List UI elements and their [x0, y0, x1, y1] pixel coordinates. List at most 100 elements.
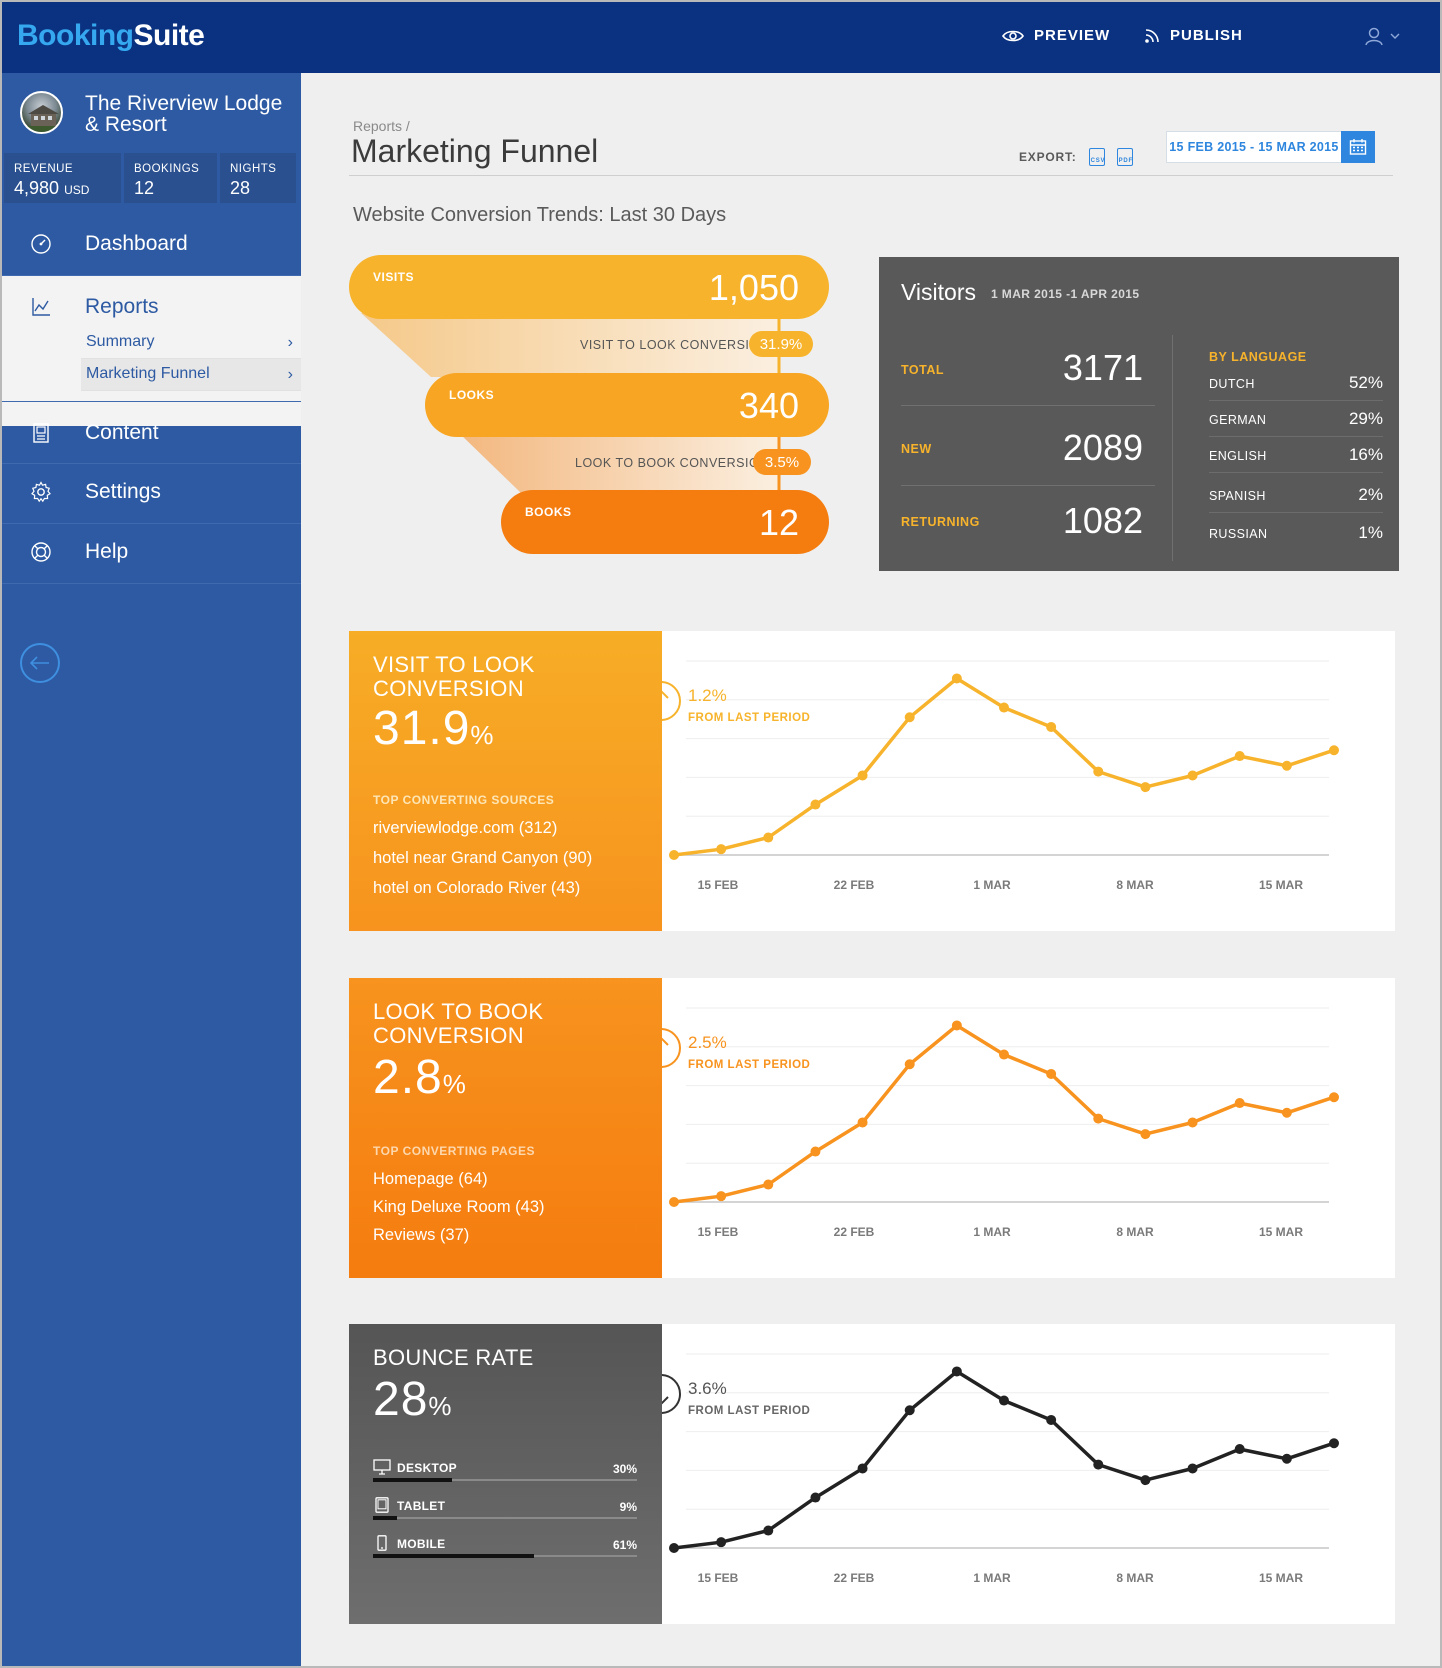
data-point[interactable] — [1140, 1475, 1151, 1486]
export-label: EXPORT: — [1019, 150, 1077, 164]
pdf-export-icon[interactable]: PDF — [1116, 148, 1133, 166]
data-point[interactable] — [1093, 1113, 1104, 1124]
data-point[interactable] — [716, 844, 727, 855]
data-point[interactable] — [904, 712, 915, 723]
data-point[interactable] — [999, 1395, 1009, 1406]
nav-content[interactable]: Content — [2, 401, 301, 464]
data-point[interactable] — [810, 799, 821, 810]
data-point[interactable] — [763, 1179, 774, 1190]
breadcrumb[interactable]: Reports / — [353, 118, 410, 134]
line-chart-icon — [32, 298, 50, 316]
nav-help-label: Help — [85, 540, 129, 563]
gauge-icon — [31, 234, 51, 254]
visitors-range: 1 MAR 2015 -1 APR 2015 — [991, 287, 1140, 301]
csv-export-icon[interactable]: CSV — [1088, 148, 1105, 166]
page-item[interactable]: Homepage (64) — [373, 1170, 488, 1189]
data-point[interactable] — [951, 673, 962, 684]
data-point[interactable] — [1234, 1098, 1245, 1109]
publish-button[interactable]: PUBLISH — [1144, 27, 1243, 44]
data-point[interactable] — [1281, 1453, 1292, 1464]
hotel-header: The Riverview Lodge & Resort — [2, 73, 301, 153]
arrow-down-icon — [662, 1374, 681, 1414]
data-point[interactable] — [1329, 1092, 1339, 1103]
data-point[interactable] — [1329, 1438, 1339, 1449]
funnel-books-value: 12 — [758, 502, 799, 543]
data-point[interactable] — [1234, 751, 1245, 762]
data-point[interactable] — [1281, 760, 1292, 771]
page-item[interactable]: Reviews (37) — [373, 1226, 469, 1245]
data-point[interactable] — [857, 1463, 868, 1474]
data-point[interactable] — [1093, 1459, 1104, 1470]
data-point[interactable] — [1187, 1117, 1198, 1128]
device-row-desktop: DESKTOP 30% — [373, 1459, 637, 1495]
data-point[interactable] — [669, 1197, 679, 1207]
data-point[interactable] — [669, 1543, 679, 1553]
data-point[interactable] — [1093, 766, 1104, 777]
data-point[interactable] — [857, 770, 868, 781]
page-item[interactable]: King Deluxe Room (43) — [373, 1198, 545, 1217]
language-row: RUSSIAN 1% — [1209, 515, 1383, 551]
look-to-book-label: LOOK TO BOOK CONVERSION — [575, 456, 769, 470]
data-point[interactable] — [1046, 721, 1057, 732]
nav-help[interactable]: Help — [2, 521, 301, 584]
data-point[interactable] — [810, 1146, 821, 1157]
nav-settings[interactable]: Settings — [2, 461, 301, 524]
data-point[interactable] — [904, 1405, 915, 1416]
data-point[interactable] — [951, 1020, 962, 1031]
language-name: ENGLISH — [1209, 449, 1267, 463]
data-point[interactable] — [1329, 745, 1339, 756]
data-point[interactable] — [1187, 770, 1198, 781]
preview-button[interactable]: PREVIEW — [1002, 27, 1110, 44]
x-tick-label: 22 FEB — [834, 1225, 875, 1239]
bounce-rate-chart: 15 FEB 22 FEB 1 MAR 8 MAR 15 MAR 3.6% FROM LAS… — [662, 1353, 1339, 1585]
sidebar-item-summary[interactable]: Summary › — [81, 327, 301, 359]
top-bar: BookingSuite PREVIEW PUBLISH — [2, 2, 1440, 73]
conversion-funnel: VISITS 1,050 VISIT TO LOOK CONVERSION 31… — [349, 255, 869, 555]
x-tick-label: 1 MAR — [973, 878, 1011, 892]
data-point[interactable] — [857, 1117, 868, 1128]
arrow-left-icon — [30, 656, 49, 670]
stat-bookings: BOOKINGS 12 — [124, 153, 217, 203]
data-point[interactable] — [951, 1366, 962, 1377]
data-point[interactable] — [1281, 1107, 1292, 1118]
nav-dashboard[interactable]: Dashboard — [2, 213, 301, 276]
visitors-title: Visitors — [901, 279, 976, 305]
date-range-field[interactable]: 15 FEB 2015 - 15 MAR 2015 — [1166, 131, 1342, 163]
nav-content-label: Content — [85, 421, 159, 444]
data-point[interactable] — [1046, 1068, 1057, 1079]
data-point[interactable] — [1140, 782, 1151, 793]
mobile-icon — [377, 1535, 387, 1551]
visit-to-look-badge: 31.9% — [749, 331, 813, 357]
language-row: ENGLISH 16% — [1209, 437, 1383, 473]
data-point[interactable] — [999, 702, 1009, 713]
data-point[interactable] — [1046, 1414, 1057, 1425]
calendar-button[interactable] — [1341, 131, 1375, 163]
data-point[interactable] — [999, 1049, 1009, 1060]
visit-to-look-summary: VISIT TO LOOK CONVERSION 31.9% TOP CONVE… — [349, 631, 662, 931]
source-item[interactable]: hotel near Grand Canyon (90) — [373, 849, 592, 868]
language-percent: 29% — [1348, 409, 1383, 428]
data-point[interactable] — [1140, 1129, 1151, 1140]
brand-logo[interactable]: BookingSuite — [17, 19, 205, 53]
data-point[interactable] — [1187, 1463, 1198, 1474]
nav-settings-label: Settings — [85, 480, 161, 503]
source-item[interactable]: riverviewlodge.com (312) — [373, 819, 557, 838]
x-tick-label: 22 FEB — [834, 1571, 875, 1585]
data-point[interactable] — [716, 1537, 727, 1548]
data-point[interactable] — [763, 832, 774, 843]
data-point[interactable] — [904, 1059, 915, 1070]
user-menu[interactable] — [1364, 26, 1400, 46]
collapse-sidebar-button[interactable] — [20, 643, 60, 683]
data-point[interactable] — [763, 1525, 774, 1536]
look-to-book-card: LOOK TO BOOK CONVERSION 2.8% TOP CONVERT… — [349, 978, 1395, 1278]
section-title: Website Conversion Trends: Last 30 Days — [353, 204, 727, 226]
data-point[interactable] — [810, 1492, 821, 1503]
data-point[interactable] — [716, 1191, 727, 1202]
source-item[interactable]: hotel on Colorado River (43) — [373, 879, 580, 898]
visitors-returning-row: RETURNING 1082 — [901, 485, 1155, 565]
data-point[interactable] — [1234, 1444, 1245, 1455]
export-group: EXPORT: CSV PDF — [1019, 148, 1133, 166]
nav-reports-label: Reports — [85, 295, 159, 318]
sidebar-item-marketing-funnel[interactable]: Marketing Funnel › — [81, 359, 301, 391]
data-point[interactable] — [669, 850, 679, 860]
